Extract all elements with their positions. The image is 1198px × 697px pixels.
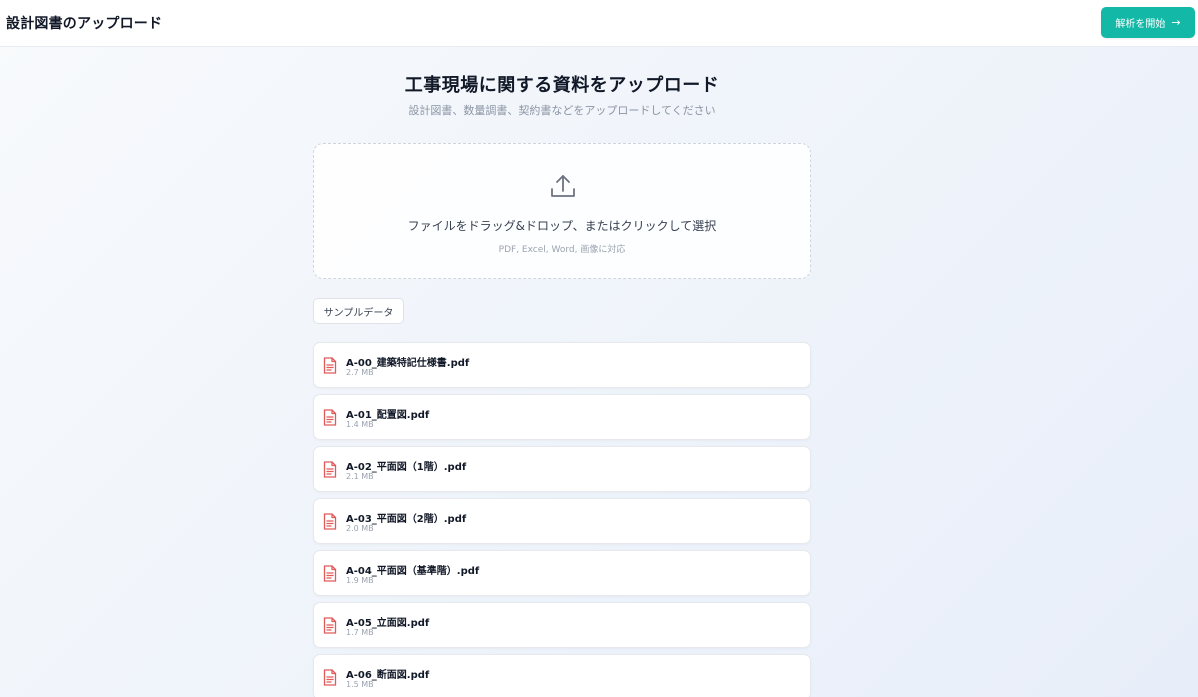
pdf-file-icon xyxy=(323,409,337,426)
file-name: A-01_配置図.pdf xyxy=(346,410,430,421)
file-name: A-00_建築特記仕様書.pdf xyxy=(346,358,470,369)
file-size: 2.7 MB xyxy=(346,368,374,377)
file-list-item[interactable]: A-05_立面図.pdf 1.7 MB xyxy=(313,602,811,648)
file-list-item[interactable]: A-03_平面図（2階）.pdf 2.0 MB xyxy=(313,498,811,544)
file-size: 1.9 MB xyxy=(346,576,374,585)
dropzone-supported-formats: PDF, Excel, Word, 画像に対応 xyxy=(498,245,626,255)
file-size: 2.1 MB xyxy=(346,472,374,481)
upload-subheading: 設計図書、数量調書、契約書などをアップロードしてください xyxy=(408,104,716,117)
pdf-file-icon xyxy=(323,565,337,582)
file-list-item[interactable]: A-04_平面図（基準階）.pdf 1.9 MB xyxy=(313,550,811,596)
uploaded-file-list: A-00_建築特記仕様書.pdf 2.7 MB A-01_配置図.pdf 1.4… xyxy=(313,342,811,697)
arrow-right-icon: → xyxy=(1171,16,1181,29)
pdf-file-icon xyxy=(323,461,337,478)
file-size: 1.7 MB xyxy=(346,628,374,637)
file-list-item[interactable]: A-00_建築特記仕様書.pdf 2.7 MB xyxy=(313,342,811,388)
file-size: 1.5 MB xyxy=(346,680,374,689)
pdf-file-icon xyxy=(323,357,337,374)
file-list-item[interactable]: A-01_配置図.pdf 1.4 MB xyxy=(313,394,811,440)
pdf-file-icon xyxy=(323,669,337,686)
pdf-file-icon xyxy=(323,617,337,634)
page-title: 設計図書のアップロード xyxy=(6,16,163,32)
upload-icon xyxy=(551,175,575,197)
file-name: A-02_平面図（1階）.pdf xyxy=(346,462,467,473)
pdf-file-icon xyxy=(323,513,337,530)
top-bar: 設計図書のアップロード 解析を開始 → xyxy=(0,0,1198,47)
dropzone-instruction: ファイルをドラッグ&ドロップ、またはクリックして選択 xyxy=(407,219,717,233)
file-dropzone[interactable]: ファイルをドラッグ&ドロップ、またはクリックして選択 PDF, Excel, W… xyxy=(313,143,811,279)
file-size: 1.4 MB xyxy=(346,420,374,429)
start-analysis-button[interactable]: 解析を開始 → xyxy=(1101,7,1195,38)
file-name: A-05_立面図.pdf xyxy=(346,618,430,629)
file-size: 2.0 MB xyxy=(346,524,374,533)
sample-data-button[interactable]: サンプルデータ xyxy=(313,298,404,324)
file-name: A-06_断面図.pdf xyxy=(346,670,430,681)
file-list-item[interactable]: A-06_断面図.pdf 1.5 MB xyxy=(313,654,811,697)
file-list-item[interactable]: A-02_平面図（1階）.pdf 2.1 MB xyxy=(313,446,811,492)
start-analysis-label: 解析を開始 xyxy=(1115,19,1166,30)
file-name: A-03_平面図（2階）.pdf xyxy=(346,514,467,525)
upload-heading: 工事現場に関する資料をアップロード xyxy=(404,75,720,96)
file-name: A-04_平面図（基準階）.pdf xyxy=(346,566,480,577)
